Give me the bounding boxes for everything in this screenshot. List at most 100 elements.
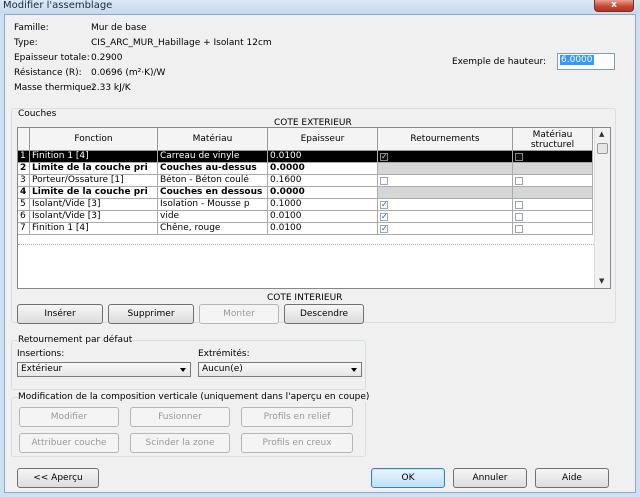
- interior-side-label: COTE INTERIEUR: [267, 293, 343, 303]
- row-thickness[interactable]: 0.1600: [268, 175, 378, 187]
- resistance-value: 0.0696 (m²·K)/W: [91, 68, 166, 78]
- ends-label: Extrémités:: [198, 349, 250, 359]
- reveals-button[interactable]: Profils en creux: [241, 433, 353, 453]
- scroll-up-arrow-icon[interactable]: ▲: [599, 130, 604, 138]
- thermal-mass-value: 2.33 kJ/K: [91, 83, 131, 93]
- close-icon: x: [611, 0, 617, 10]
- sample-height-input[interactable]: 6.0000: [557, 53, 615, 70]
- help-button[interactable]: Aide: [535, 468, 609, 488]
- structural-checkbox[interactable]: [515, 213, 523, 221]
- preview-button[interactable]: << Aperçu: [17, 468, 99, 488]
- row-thickness[interactable]: 0.0100: [268, 223, 378, 235]
- table-scrollbar[interactable]: ▲ ▼: [594, 128, 610, 288]
- chevron-down-icon: [180, 368, 186, 372]
- header-thickness: Epaisseur: [268, 128, 378, 151]
- row-material: Couches en dessous: [158, 187, 268, 199]
- scroll-thumb[interactable]: [597, 143, 608, 154]
- inserts-dropdown[interactable]: Extérieur: [17, 362, 191, 377]
- row-function[interactable]: Finition 1 [4]: [30, 223, 158, 235]
- wraps-checkbox[interactable]: [380, 177, 388, 185]
- wraps-checkbox[interactable]: [380, 199, 388, 210]
- ends-value: Aucun(e): [202, 364, 243, 374]
- ok-button[interactable]: OK: [371, 468, 445, 488]
- inserts-value: Extérieur: [21, 364, 63, 374]
- row-number: 5: [18, 199, 30, 211]
- vertical-structure-title: Modification de la composition verticale…: [18, 392, 370, 402]
- header-structural: Matériau structurel: [513, 128, 593, 151]
- header-material: Matériau: [158, 128, 268, 151]
- row-material: Couches au-dessus: [158, 163, 268, 175]
- structural-checkbox[interactable]: [515, 201, 523, 209]
- insert-button[interactable]: Insérer: [17, 304, 103, 324]
- ends-dropdown[interactable]: Aucun(e): [198, 362, 362, 377]
- layers-table[interactable]: Fonction Matériau Epaisseur Retournement…: [17, 127, 611, 289]
- split-region-button[interactable]: Scinder la zone: [130, 433, 230, 453]
- move-down-button[interactable]: Descendre: [284, 304, 364, 324]
- layers-group-title: Couches: [18, 109, 57, 119]
- title-bar: Modifier l'assemblage x: [0, 0, 640, 14]
- row-wraps-cell: [378, 163, 513, 175]
- row-wraps-cell: [378, 187, 513, 199]
- row-thickness[interactable]: 0.0100: [268, 151, 378, 163]
- header-corner: [18, 128, 30, 151]
- thermal-mass-label: Masse thermique:: [14, 83, 95, 93]
- row-number: 4: [18, 187, 30, 199]
- row-material[interactable]: vide: [158, 211, 268, 223]
- modify-button[interactable]: Modifier: [19, 407, 119, 427]
- row-wraps-cell: [378, 223, 513, 235]
- row-thickness: 0.0000: [268, 163, 378, 175]
- row-wraps-cell: [378, 175, 513, 187]
- structural-checkbox[interactable]: [515, 177, 523, 185]
- wraps-checkbox[interactable]: [380, 223, 388, 234]
- sample-height-label: Exemple de hauteur:: [452, 57, 547, 67]
- type-label: Type:: [14, 38, 38, 48]
- row-structural-cell: [513, 163, 593, 175]
- family-label: Famille:: [14, 23, 49, 33]
- type-value: CIS_ARC_MUR_Habillage + Isolant 12cm: [91, 38, 272, 48]
- header-wraps: Retournements: [378, 128, 513, 151]
- assign-layers-button[interactable]: Attribuer couche: [19, 433, 119, 453]
- row-thickness[interactable]: 0.1000: [268, 199, 378, 211]
- sweeps-button[interactable]: Profils en relief: [241, 407, 353, 427]
- sample-height-value: 6.0000: [560, 55, 594, 65]
- row-number: 1: [18, 151, 30, 163]
- row-structural-cell: [513, 151, 593, 163]
- move-up-button[interactable]: Monter: [199, 304, 279, 324]
- total-thickness-value: 0.2900: [91, 53, 123, 63]
- row-material[interactable]: Béton - Béton coulé: [158, 175, 268, 187]
- row-material[interactable]: Chêne, rouge: [158, 223, 268, 235]
- table-empty-row: [18, 235, 594, 245]
- row-number: 3: [18, 175, 30, 187]
- row-function[interactable]: Isolant/Vide [3]: [30, 211, 158, 223]
- family-value: Mur de base: [91, 23, 147, 33]
- row-structural-cell: [513, 187, 593, 199]
- header-function: Fonction: [30, 128, 158, 151]
- resistance-label: Résistance (R):: [14, 68, 82, 78]
- structural-checkbox[interactable]: [515, 225, 523, 233]
- delete-button[interactable]: Supprimer: [108, 304, 194, 324]
- row-thickness[interactable]: 0.0100: [268, 211, 378, 223]
- row-structural-cell: [513, 223, 593, 235]
- wraps-checkbox[interactable]: [380, 211, 388, 222]
- row-function[interactable]: Porteur/Ossature [1]: [30, 175, 158, 187]
- row-function[interactable]: Isolant/Vide [3]: [30, 199, 158, 211]
- close-button[interactable]: x: [594, 0, 634, 12]
- row-function: Limite de la couche pri: [30, 187, 158, 199]
- row-material[interactable]: Carreau de vinyle: [158, 151, 268, 163]
- row-material[interactable]: Isolation - Mousse p: [158, 199, 268, 211]
- cancel-button[interactable]: Annuler: [453, 468, 527, 488]
- row-structural-cell: [513, 211, 593, 223]
- merge-regions-button[interactable]: Fusionner: [130, 407, 230, 427]
- row-thickness: 0.0000: [268, 187, 378, 199]
- structural-checkbox[interactable]: [515, 153, 523, 161]
- row-structural-cell: [513, 175, 593, 187]
- inserts-label: Insertions:: [17, 349, 65, 359]
- row-function[interactable]: Finition 1 [4]: [30, 151, 158, 163]
- wraps-checkbox[interactable]: [380, 151, 388, 162]
- default-wrapping-title: Retournement par défaut: [18, 335, 133, 345]
- scroll-down-arrow-icon[interactable]: ▼: [599, 277, 604, 285]
- row-number: 6: [18, 211, 30, 223]
- row-structural-cell: [513, 199, 593, 211]
- window-title: Modifier l'assemblage: [3, 0, 113, 11]
- total-thickness-label: Epaisseur totale:: [14, 53, 90, 63]
